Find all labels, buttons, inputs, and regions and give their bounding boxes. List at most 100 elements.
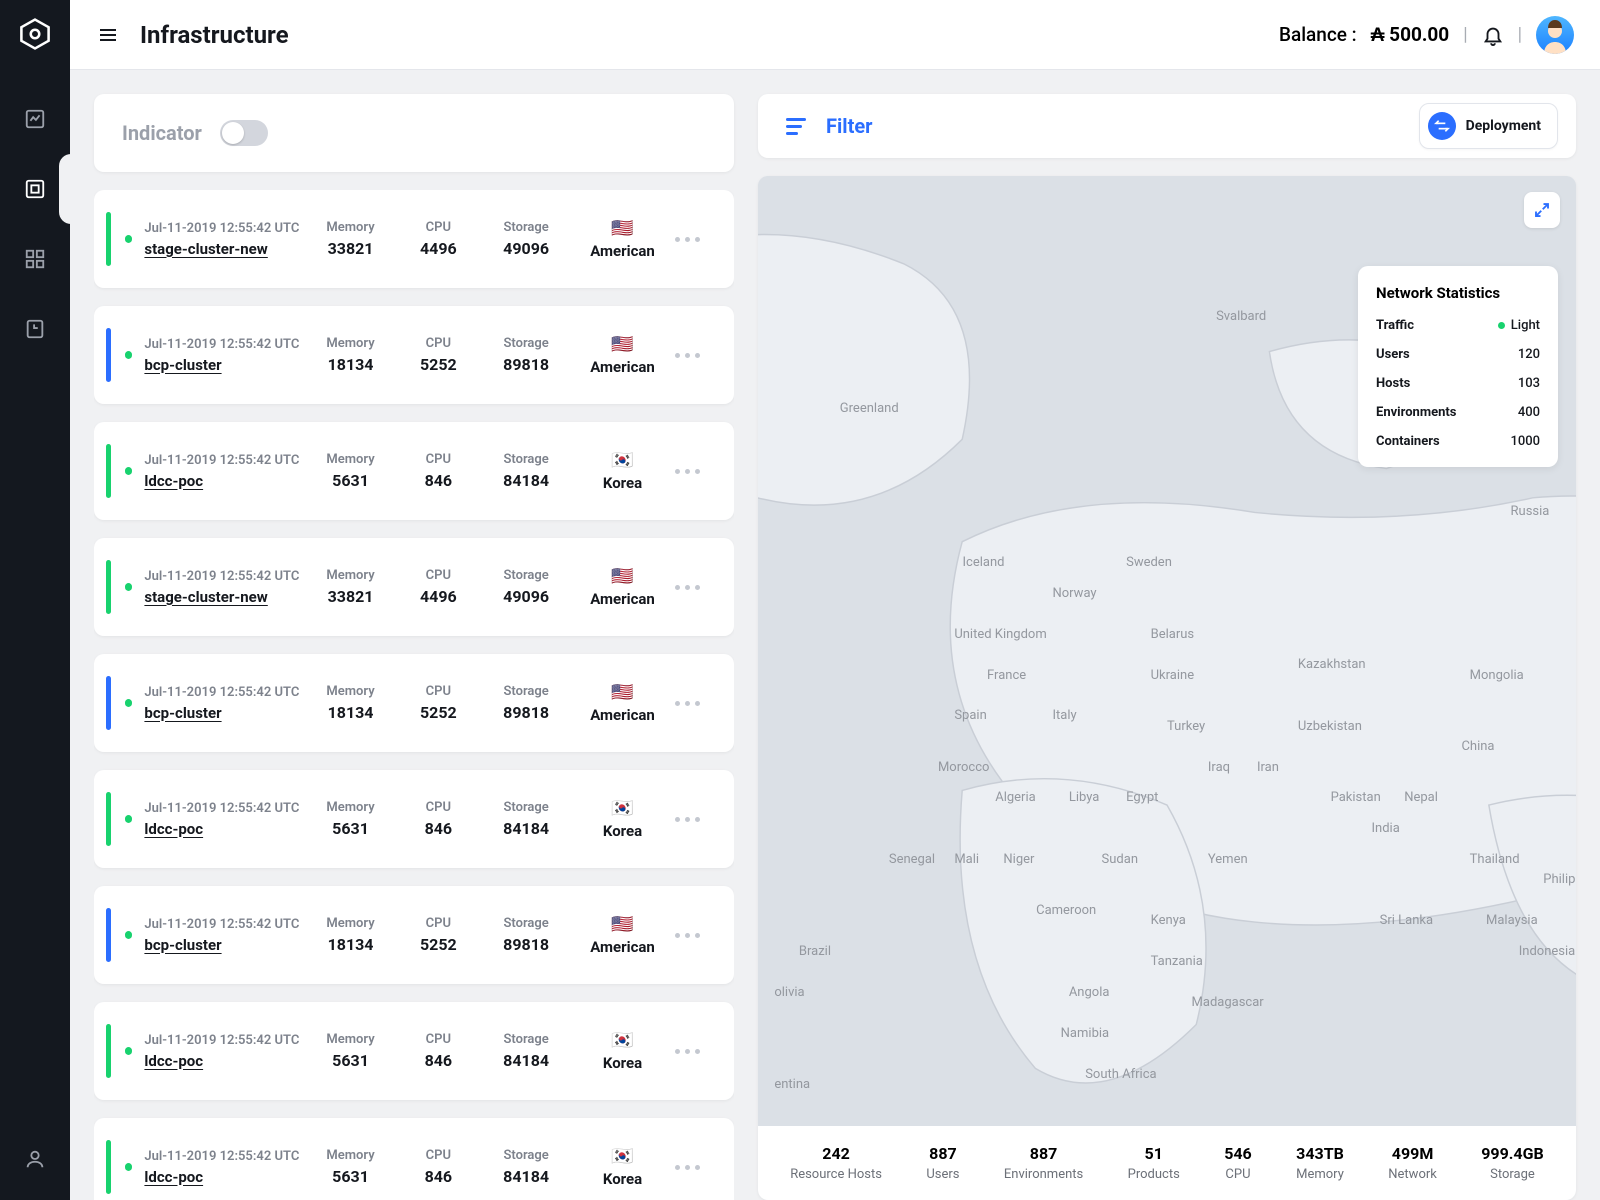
network-stat-label: Environments xyxy=(1376,405,1456,420)
cluster-timestamp: Jul-11-2019 12:55:42 UTC xyxy=(144,1033,306,1048)
memory-value: 5631 xyxy=(307,1167,395,1186)
network-stat-value: 103 xyxy=(1518,376,1540,391)
cluster-name-link[interactable]: ldcc-poc xyxy=(144,1168,306,1186)
region-flag-icon: 🇰🇷 xyxy=(570,1146,675,1168)
region-flag-icon: 🇺🇸 xyxy=(570,334,675,356)
status-dot-icon xyxy=(125,467,133,475)
region-name: American xyxy=(570,242,675,260)
memory-value: 33821 xyxy=(307,587,395,606)
bottom-stat-label: Resource Hosts xyxy=(790,1167,882,1182)
cluster-name-link[interactable]: ldcc-poc xyxy=(144,820,306,838)
cluster-card[interactable]: Jul-11-2019 12:55:42 UTC ldcc-poc Memory… xyxy=(94,770,734,868)
more-options-icon[interactable] xyxy=(675,237,700,242)
more-options-icon[interactable] xyxy=(675,1049,700,1054)
topbar: Infrastructure Balance : ₳ 500.00 | | xyxy=(70,0,1600,70)
cluster-name-link[interactable]: bcp-cluster xyxy=(144,936,306,954)
bottom-stat: 546CPU xyxy=(1224,1144,1252,1182)
cluster-name-link[interactable]: stage-cluster-new xyxy=(144,240,306,258)
metric-label: CPU xyxy=(394,684,482,699)
cluster-card[interactable]: Jul-11-2019 12:55:42 UTC ldcc-poc Memory… xyxy=(94,1118,734,1200)
notifications-icon[interactable] xyxy=(1482,24,1504,46)
more-options-icon[interactable] xyxy=(675,933,700,938)
cluster-timestamp: Jul-11-2019 12:55:42 UTC xyxy=(144,685,306,700)
region-name: American xyxy=(570,938,675,956)
map-expand-button[interactable] xyxy=(1524,192,1560,228)
storage-value: 84184 xyxy=(482,1167,570,1186)
status-dot-icon xyxy=(125,699,133,707)
cluster-name-link[interactable]: ldcc-poc xyxy=(144,1052,306,1070)
more-options-icon[interactable] xyxy=(675,353,700,358)
sidebar xyxy=(0,0,70,1200)
cluster-list: Jul-11-2019 12:55:42 UTC stage-cluster-n… xyxy=(94,190,734,1200)
cluster-card[interactable]: Jul-11-2019 12:55:42 UTC bcp-cluster Mem… xyxy=(94,306,734,404)
bottom-stat-label: Users xyxy=(926,1167,959,1182)
bottom-stat-label: CPU xyxy=(1224,1167,1252,1182)
nav-profile[interactable] xyxy=(0,1148,70,1170)
memory-value: 18134 xyxy=(307,703,395,722)
deployment-button[interactable]: Deployment xyxy=(1419,103,1558,149)
traffic-dot-icon xyxy=(1498,322,1505,329)
nav-reports[interactable] xyxy=(0,294,70,364)
status-stripe xyxy=(106,1024,111,1078)
cpu-value: 846 xyxy=(394,471,482,490)
cluster-timestamp: Jul-11-2019 12:55:42 UTC xyxy=(144,1149,306,1164)
metric-label: Memory xyxy=(307,1148,395,1163)
indicator-toggle[interactable] xyxy=(220,120,268,146)
metric-label: Storage xyxy=(482,916,570,931)
more-options-icon[interactable] xyxy=(675,585,700,590)
memory-value: 5631 xyxy=(307,471,395,490)
status-stripe xyxy=(106,328,111,382)
region-flag-icon: 🇰🇷 xyxy=(570,450,675,472)
bottom-stat-value: 999.4GB xyxy=(1481,1144,1543,1163)
bottom-stat: 343TBMemory xyxy=(1296,1144,1344,1182)
filter-label[interactable]: Filter xyxy=(826,114,872,138)
cluster-card[interactable]: Jul-11-2019 12:55:42 UTC bcp-cluster Mem… xyxy=(94,654,734,752)
more-options-icon[interactable] xyxy=(675,701,700,706)
storage-value: 84184 xyxy=(482,471,570,490)
user-avatar[interactable] xyxy=(1536,16,1574,54)
bottom-stat-label: Network xyxy=(1388,1167,1437,1182)
region-name: Korea xyxy=(570,1054,675,1072)
memory-value: 18134 xyxy=(307,355,395,374)
cluster-name-link[interactable]: ldcc-poc xyxy=(144,472,306,490)
storage-value: 89818 xyxy=(482,355,570,374)
bottom-stat-value: 887 xyxy=(1004,1144,1083,1163)
more-options-icon[interactable] xyxy=(675,817,700,822)
nav-apps[interactable] xyxy=(0,224,70,294)
filter-icon[interactable] xyxy=(786,118,806,135)
cluster-card[interactable]: Jul-11-2019 12:55:42 UTC ldcc-poc Memory… xyxy=(94,422,734,520)
cluster-name-link[interactable]: bcp-cluster xyxy=(144,704,306,722)
metric-label: Storage xyxy=(482,336,570,351)
network-stat-row: TrafficLight xyxy=(1376,318,1540,333)
status-stripe xyxy=(106,908,111,962)
nav-analytics[interactable] xyxy=(0,84,70,154)
network-stat-label: Users xyxy=(1376,347,1410,362)
region-name: American xyxy=(570,358,675,376)
metric-label: Storage xyxy=(482,1032,570,1047)
network-stat-value: 1000 xyxy=(1510,434,1540,449)
cluster-card[interactable]: Jul-11-2019 12:55:42 UTC bcp-cluster Mem… xyxy=(94,886,734,984)
metric-label: Memory xyxy=(307,916,395,931)
status-stripe xyxy=(106,444,111,498)
bottom-stat: 887Environments xyxy=(1004,1144,1083,1182)
cluster-card[interactable]: Jul-11-2019 12:55:42 UTC stage-cluster-n… xyxy=(94,538,734,636)
metric-label: CPU xyxy=(394,1148,482,1163)
more-options-icon[interactable] xyxy=(675,1165,700,1170)
balance-label: Balance : xyxy=(1279,23,1357,46)
region-name: Korea xyxy=(570,474,675,492)
divider: | xyxy=(1518,24,1522,45)
cluster-card[interactable]: Jul-11-2019 12:55:42 UTC ldcc-poc Memory… xyxy=(94,1002,734,1100)
nav-infrastructure[interactable] xyxy=(0,154,70,224)
cluster-card[interactable]: Jul-11-2019 12:55:42 UTC stage-cluster-n… xyxy=(94,190,734,288)
cluster-name-link[interactable]: stage-cluster-new xyxy=(144,588,306,606)
cpu-value: 846 xyxy=(394,819,482,838)
region-flag-icon: 🇰🇷 xyxy=(570,798,675,820)
page-title: Infrastructure xyxy=(140,21,289,49)
more-options-icon[interactable] xyxy=(675,469,700,474)
cluster-name-link[interactable]: bcp-cluster xyxy=(144,356,306,374)
status-stripe xyxy=(106,560,111,614)
menu-toggle-icon[interactable] xyxy=(96,23,120,47)
storage-value: 84184 xyxy=(482,819,570,838)
status-dot-icon xyxy=(125,931,133,939)
bottom-stat-value: 499M xyxy=(1388,1144,1437,1163)
